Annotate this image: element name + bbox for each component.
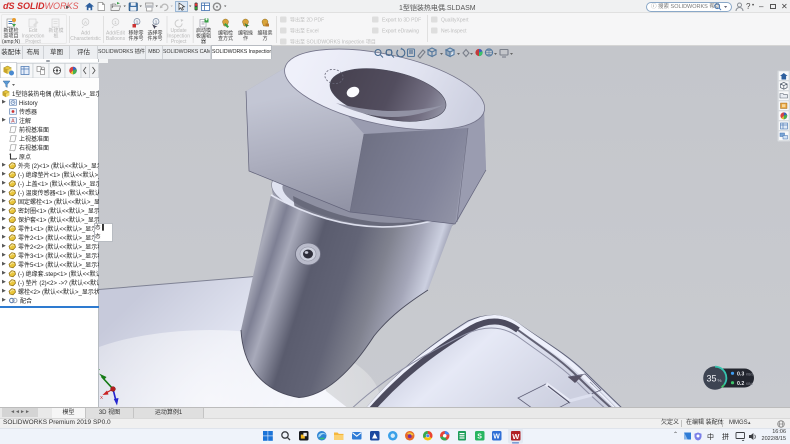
svg-text:导出至 2D PDF: 导出至 2D PDF (290, 17, 324, 24)
svg-text:X: X (100, 395, 103, 400)
svg-text:器: 器 (201, 39, 206, 45)
svg-text:W: W (512, 432, 520, 441)
svg-text:0.3: 0.3 (737, 372, 744, 378)
svg-text:导出至 SOLIDWORKS Inspection 项目: 导出至 SOLIDWORKS Inspection 项目 (290, 39, 376, 46)
svg-text:Project: Project (171, 39, 187, 45)
svg-text:查方式: 查方式 (218, 35, 233, 42)
svg-text:Project: Project (25, 39, 41, 45)
svg-text:35: 35 (707, 374, 717, 384)
svg-text:中: 中 (707, 432, 714, 441)
svg-text:件序号: 件序号 (128, 35, 143, 42)
svg-text:Y: Y (99, 368, 100, 373)
svg-text:KB/s: KB/s (746, 373, 753, 377)
svg-text:Export to 3D PDF: Export to 3D PDF (382, 18, 421, 24)
svg-text:0.2: 0.2 (737, 381, 744, 387)
svg-text:%: % (718, 378, 722, 383)
svg-text:板: 板 (53, 33, 58, 40)
svg-text:作: 作 (243, 35, 248, 42)
svg-text:Characteristic: Characteristic (70, 36, 101, 42)
svg-text:导出至 Excel: 导出至 Excel (290, 28, 319, 35)
svg-text:S: S (477, 434, 482, 441)
svg-text:(amp;N): (amp;N) (2, 39, 20, 45)
svg-text:Balloons: Balloons (106, 36, 126, 42)
svg-text:Net-Inspect: Net-Inspect (441, 29, 467, 35)
svg-text:W: W (493, 434, 500, 441)
svg-text:KB/s: KB/s (746, 382, 753, 386)
svg-text:A: A (84, 20, 87, 25)
svg-text:件序号: 件序号 (147, 35, 162, 42)
svg-text:拼: 拼 (722, 432, 729, 441)
svg-text:方: 方 (262, 35, 267, 42)
svg-text:Export eDrawing: Export eDrawing (382, 29, 419, 35)
svg-text:QualityXpert: QualityXpert (441, 18, 469, 24)
